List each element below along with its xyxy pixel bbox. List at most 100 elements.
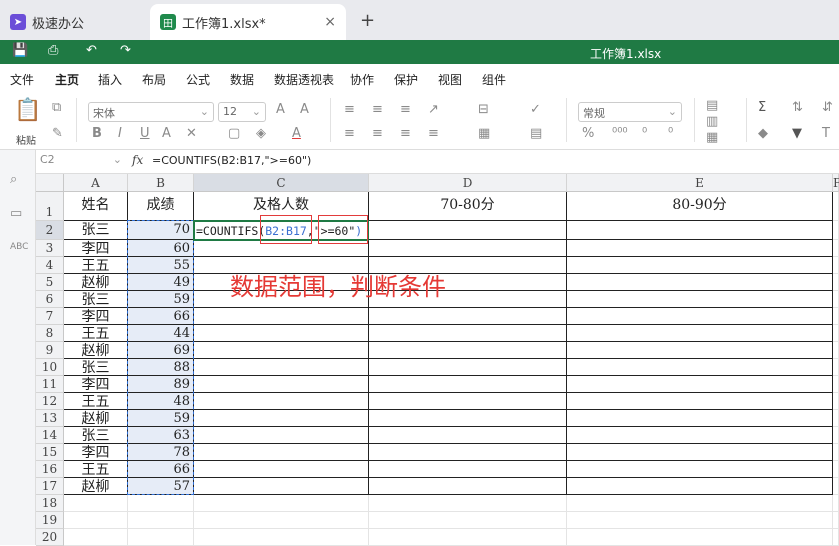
table-cell[interactable] — [567, 461, 833, 478]
row-header[interactable]: 15 — [36, 444, 64, 461]
decrease-font-icon[interactable]: A — [300, 102, 309, 117]
delete-cells-icon[interactable]: ▥ — [706, 114, 718, 129]
column-header-f[interactable]: F — [833, 174, 839, 192]
table-cell[interactable] — [369, 427, 567, 444]
row-header[interactable]: 4 — [36, 257, 64, 274]
row-header[interactable]: 11 — [36, 376, 64, 393]
number-format-select[interactable]: 常规 ⌄ — [578, 102, 682, 122]
row-header[interactable]: 13 — [36, 410, 64, 427]
table-cell[interactable] — [369, 529, 567, 546]
font-color-icon[interactable]: A — [292, 126, 301, 141]
menu-formula[interactable]: 公式 — [186, 71, 210, 88]
clear-filter-icon[interactable]: T — [822, 126, 830, 141]
table-cell[interactable] — [567, 410, 833, 427]
name-cell[interactable]: 李四 — [64, 376, 128, 393]
table-cell[interactable] — [833, 427, 839, 444]
table-cell[interactable] — [833, 376, 839, 393]
clear-icon[interactable]: ◆ — [758, 126, 768, 141]
bold-icon[interactable]: B — [92, 126, 102, 141]
percent-icon[interactable]: % — [582, 126, 594, 141]
sort-descending-icon[interactable]: ⇵ — [822, 100, 833, 115]
name-cell[interactable]: 王五 — [64, 461, 128, 478]
table-cell[interactable] — [64, 529, 128, 546]
table-cell[interactable] — [369, 308, 567, 325]
menu-insert[interactable]: 插入 — [98, 71, 122, 88]
table-cell[interactable] — [833, 308, 839, 325]
score-cell[interactable]: 57 — [128, 478, 194, 495]
row-header[interactable]: 2 — [36, 221, 64, 240]
score-cell[interactable]: 59 — [128, 410, 194, 427]
border-icon[interactable]: ▢ — [228, 126, 240, 141]
score-cell[interactable]: 59 — [128, 291, 194, 308]
conditional-format-icon[interactable]: ▤ — [530, 126, 542, 141]
header-cell[interactable]: 姓名 — [64, 192, 128, 221]
tab-home[interactable]: ➤ 极速办公 — [0, 4, 148, 40]
menu-file[interactable]: 文件 — [10, 71, 34, 88]
format-painter-icon[interactable]: ✎ — [52, 126, 63, 141]
table-cell[interactable] — [567, 240, 833, 257]
name-cell[interactable]: 王五 — [64, 393, 128, 410]
table-cell[interactable] — [567, 529, 833, 546]
underline-icon[interactable]: U — [140, 126, 150, 141]
align-middle-icon[interactable]: ≡ — [372, 102, 383, 117]
table-cell[interactable] — [833, 240, 839, 257]
spellcheck-panel-icon[interactable]: ABC — [10, 242, 28, 252]
column-header-b[interactable]: B — [128, 174, 194, 192]
table-cell[interactable] — [833, 410, 839, 427]
table-cell[interactable] — [567, 444, 833, 461]
row-header[interactable]: 14 — [36, 427, 64, 444]
menu-layout[interactable]: 布局 — [142, 71, 166, 88]
table-cell[interactable] — [194, 376, 369, 393]
table-cell[interactable] — [567, 478, 833, 495]
table-cell[interactable] — [194, 461, 369, 478]
row-header[interactable]: 7 — [36, 308, 64, 325]
name-cell[interactable]: 张三 — [64, 359, 128, 376]
justify-icon[interactable]: ≡ — [428, 126, 439, 141]
header-cell[interactable]: 80-90分 — [567, 192, 833, 221]
close-tab-icon[interactable]: × — [324, 14, 336, 30]
merge-cells-icon[interactable]: ▦ — [478, 126, 490, 141]
name-cell[interactable]: 李四 — [64, 240, 128, 257]
score-cell[interactable]: 44 — [128, 325, 194, 342]
name-cell[interactable]: 赵柳 — [64, 410, 128, 427]
search-icon[interactable]: ⌕ — [10, 172, 17, 187]
sort-ascending-icon[interactable]: ⇅ — [792, 100, 803, 115]
table-cell[interactable] — [369, 325, 567, 342]
table-cell[interactable] — [567, 359, 833, 376]
row-header[interactable]: 17 — [36, 478, 64, 495]
paste-icon[interactable]: 📋 — [14, 98, 41, 123]
header-cell[interactable]: 成绩 — [128, 192, 194, 221]
table-cell[interactable] — [567, 257, 833, 274]
table-cell[interactable] — [369, 410, 567, 427]
table-cell[interactable] — [567, 291, 833, 308]
table-cell[interactable] — [567, 512, 833, 529]
table-cell[interactable] — [194, 325, 369, 342]
fill-color-icon[interactable]: ◈ — [256, 126, 266, 141]
tab-workbook[interactable]: 田 工作簿1.xlsx* × — [150, 4, 346, 40]
name-cell[interactable]: 李四 — [64, 308, 128, 325]
redo-icon[interactable]: ↷ — [120, 43, 131, 58]
table-cell[interactable] — [833, 257, 839, 274]
name-cell[interactable]: 张三 — [64, 291, 128, 308]
table-cell[interactable] — [833, 444, 839, 461]
save-icon[interactable]: 💾 — [12, 43, 28, 58]
table-cell[interactable] — [567, 427, 833, 444]
table-cell[interactable] — [194, 444, 369, 461]
row-header[interactable]: 16 — [36, 461, 64, 478]
clear-format-icon[interactable]: ✕ — [186, 126, 197, 141]
align-left-icon[interactable]: ≡ — [344, 126, 355, 141]
copy-icon[interactable]: ⧉ — [52, 100, 61, 115]
table-cell[interactable] — [833, 325, 839, 342]
table-cell[interactable] — [194, 393, 369, 410]
score-cell[interactable]: 49 — [128, 274, 194, 291]
score-cell[interactable]: 48 — [128, 393, 194, 410]
menu-components[interactable]: 组件 — [482, 71, 506, 88]
column-header-a[interactable]: A — [64, 174, 128, 192]
menu-collab[interactable]: 协作 — [350, 71, 374, 88]
table-cell[interactable] — [64, 512, 128, 529]
strikethrough-icon[interactable]: A — [162, 126, 171, 141]
table-cell[interactable] — [833, 192, 839, 221]
name-cell[interactable]: 张三 — [64, 427, 128, 444]
table-cell[interactable] — [833, 274, 839, 291]
sum-icon[interactable]: Σ — [758, 100, 766, 115]
